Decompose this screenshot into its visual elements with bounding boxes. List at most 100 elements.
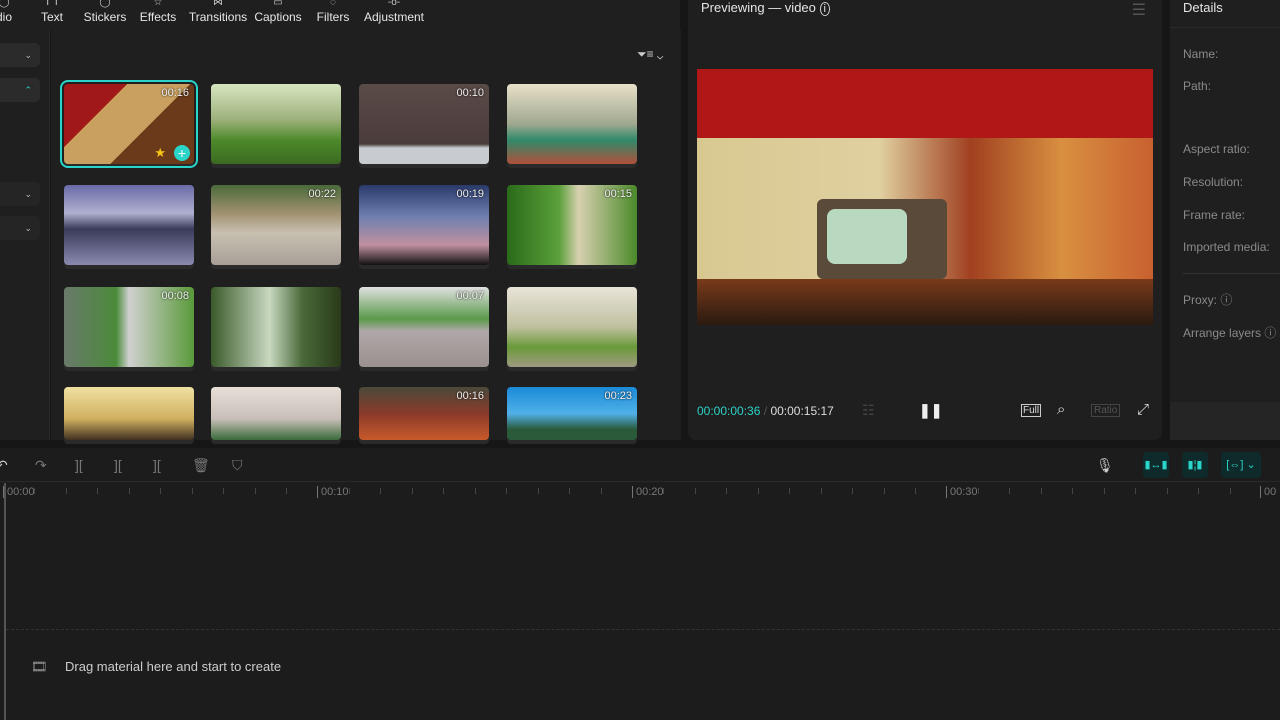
delete-icon[interactable]: 🗑 xyxy=(192,457,210,474)
tool-text[interactable]: T T Text xyxy=(41,0,63,30)
media-clip[interactable] xyxy=(211,287,341,367)
sticker-icon: ◯ xyxy=(99,0,111,8)
chevron-down-icon: ⌄ xyxy=(24,50,32,60)
auto-snap-button[interactable]: ▮¦▮ xyxy=(1182,452,1208,478)
ruler-tick xyxy=(411,488,413,494)
linkage-button[interactable]: [⇔] ⌄ xyxy=(1221,452,1261,478)
split-right-icon[interactable]: ][ xyxy=(153,457,161,473)
media-clip[interactable] xyxy=(211,387,341,440)
ruler-tick xyxy=(537,488,539,494)
ruler-label: 00:00 xyxy=(3,486,35,498)
filter-sort-button[interactable]: ⏷≡ ⌄ xyxy=(637,47,663,62)
sidebar-dropdown-1[interactable]: ⌄ xyxy=(0,43,40,67)
clip-duration: 00:23 xyxy=(604,390,632,402)
ruler-tick xyxy=(474,488,476,494)
favorite-star-icon[interactable]: ★ xyxy=(154,145,166,161)
ruler-tick xyxy=(348,488,350,494)
menu-icon[interactable]: ☰ xyxy=(1132,0,1146,20)
fullscreen-icon[interactable]: ⤢ xyxy=(1137,401,1149,418)
main-track-magnet-button[interactable]: ▮↔▮ xyxy=(1143,452,1169,478)
media-clip[interactable]: 00:08 xyxy=(64,287,194,367)
media-clip[interactable]: 00:15 xyxy=(507,185,637,265)
redo-icon[interactable]: ↷ xyxy=(35,457,47,474)
ruler-tick xyxy=(1198,488,1200,494)
ruler-tick xyxy=(1072,488,1074,494)
ruler-tick xyxy=(852,488,854,494)
media-clip[interactable]: 00:07 xyxy=(359,287,489,367)
sidebar-dropdown-2[interactable]: ⌃ xyxy=(0,78,40,102)
tool-audio[interactable]: ◯dio xyxy=(0,0,12,30)
media-sidebar: ⌄ ⌃ ⌄ ⌄ xyxy=(0,30,50,440)
full-quality-button[interactable]: Full xyxy=(1021,404,1042,417)
ruler-tick xyxy=(160,488,162,494)
ruler-tick xyxy=(883,488,885,494)
ruler-tick xyxy=(506,488,508,494)
chevron-up-icon: ⌃ xyxy=(24,85,32,95)
ruler-tick xyxy=(726,488,728,494)
split-left-icon[interactable]: ][ xyxy=(114,457,122,473)
clip-duration: 00:08 xyxy=(161,290,189,302)
tool-captions[interactable]: ▭ Captions xyxy=(254,0,301,30)
undo-icon[interactable]: ↶ xyxy=(0,457,8,474)
details-panel: Details Name: Path: Aspect ratio: Resolu… xyxy=(1170,0,1280,440)
frames-icon[interactable]: ☷ xyxy=(862,402,875,419)
info-icon: i xyxy=(819,2,830,16)
timecode: 00:00:00:36 / 00:00:15:17 xyxy=(697,404,834,418)
tv-object xyxy=(817,199,947,279)
tool-filters[interactable]: ◌ Filters xyxy=(317,0,350,30)
video-frame xyxy=(697,69,1153,325)
ruler-tick xyxy=(915,488,917,494)
media-clip[interactable] xyxy=(507,84,637,164)
marker-icon[interactable]: ⛉ xyxy=(232,457,243,474)
chevron-down-icon: ⌄ xyxy=(24,189,32,199)
top-toolbar: ◯dio T TText ◯Stickers ☆Effects ⋈Transit… xyxy=(0,0,680,30)
tool-stickers[interactable]: ◯ Stickers xyxy=(84,0,127,30)
media-clip[interactable] xyxy=(211,84,341,164)
ruler-tick xyxy=(694,488,696,494)
help-icon[interactable]: ⓘ xyxy=(1264,326,1276,340)
media-panel: ⏷≡ ⌄ ★ +00:16 00:10 00:22 00:19 00:15 00:08 00:… xyxy=(51,30,681,440)
preview-title: Previewing — video i xyxy=(701,0,830,16)
tool-adjustment[interactable]: -o- Adjustment xyxy=(364,0,424,30)
media-clip[interactable]: ★ +00:16 xyxy=(60,80,198,168)
clip-duration: 00:16 xyxy=(161,87,189,99)
film-icon: 🎞 xyxy=(31,659,48,674)
detail-path: Path: xyxy=(1183,79,1212,93)
tool-effects[interactable]: ☆ Effects xyxy=(140,0,176,30)
split-icon[interactable]: ][ xyxy=(75,457,83,473)
help-icon[interactable]: ⓘ xyxy=(1220,293,1232,307)
zoom-preview-icon[interactable]: ⌕ xyxy=(1057,401,1065,418)
media-clip[interactable]: 00:23 xyxy=(507,387,637,440)
ratio-button[interactable]: Ratio xyxy=(1091,404,1121,417)
ruler-tick xyxy=(569,488,571,494)
filter-icon: ⏷≡ ⌄ xyxy=(637,47,664,61)
chevron-down-icon: ⌄ xyxy=(24,223,32,233)
microphone-icon[interactable]: 🎙 xyxy=(1096,457,1114,474)
ruler-tick xyxy=(380,488,382,494)
ruler-tick xyxy=(128,488,130,494)
media-clip[interactable]: 00:16 xyxy=(359,387,489,440)
sidebar-dropdown-4[interactable]: ⌄ xyxy=(0,216,40,240)
ruler-tick xyxy=(1009,488,1011,494)
ruler-tick xyxy=(443,488,445,494)
media-clip[interactable]: 00:22 xyxy=(211,185,341,265)
clip-duration: 00:16 xyxy=(456,390,484,402)
clip-duration: 00:19 xyxy=(456,188,484,200)
ruler-label: 00:20 xyxy=(632,486,664,498)
ruler-tick xyxy=(600,488,602,494)
pause-button[interactable]: ❚❚ xyxy=(919,402,942,419)
media-clip[interactable] xyxy=(507,287,637,367)
ruler-tick xyxy=(1040,488,1042,494)
tool-transitions[interactable]: ⋈ Transitions xyxy=(189,0,247,30)
sidebar-dropdown-3[interactable]: ⌄ xyxy=(0,182,40,206)
media-clip[interactable] xyxy=(64,387,194,440)
media-clip[interactable]: 00:19 xyxy=(359,185,489,265)
ruler-tick xyxy=(1229,488,1231,494)
playhead[interactable] xyxy=(4,483,6,720)
ruler-tick xyxy=(789,488,791,494)
media-clip[interactable] xyxy=(64,185,194,265)
link-icon: [⇔] ⌄ xyxy=(1226,459,1256,471)
add-to-timeline-button[interactable]: + xyxy=(174,145,190,161)
media-clip[interactable]: 00:10 xyxy=(359,84,489,164)
clip-duration: 00:15 xyxy=(604,188,632,200)
